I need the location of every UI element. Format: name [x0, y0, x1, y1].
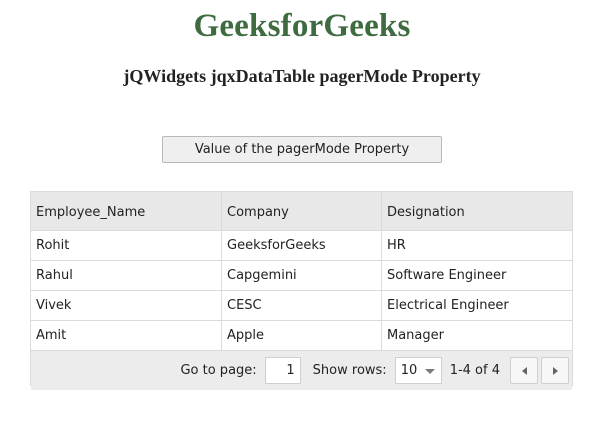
table-cell: Capgemini — [222, 261, 382, 290]
chevron-down-icon — [424, 369, 435, 374]
table-cell: Software Engineer — [387, 268, 507, 283]
page-range-text: 1-4 of 4 — [449, 363, 500, 378]
page-subtitle: jQWidgets jqxDataTable pagerMode Propert… — [123, 66, 481, 86]
goto-page-input[interactable] — [264, 357, 301, 384]
pager-mode-value-button[interactable]: Value of the pagerMode Property — [162, 136, 442, 163]
show-rows-select[interactable]: 10 — [394, 357, 442, 384]
table-cell: Amit — [31, 321, 222, 350]
table-cell: Rahul — [31, 261, 222, 290]
page-title: GeeksforGeeks — [193, 8, 411, 44]
table-cell: Manager — [387, 328, 444, 343]
data-table: Employee_Name Company Designation Rohit … — [30, 191, 573, 390]
show-rows-value: 10 — [400, 363, 418, 378]
table-row[interactable]: Rahul Capgemini Software Engineer — [31, 261, 572, 291]
table-header-row: Employee_Name Company Designation — [31, 192, 572, 231]
next-page-button[interactable] — [541, 357, 569, 384]
column-header-designation[interactable]: Designation — [382, 192, 572, 230]
show-rows-label: Show rows: — [312, 363, 387, 378]
chevron-left-icon — [521, 366, 527, 375]
table-cell: HR — [387, 238, 406, 253]
table-cell: Apple — [222, 321, 382, 350]
table-cell: Vivek — [31, 291, 222, 320]
chevron-right-icon — [552, 366, 558, 375]
table-row[interactable]: Rohit GeeksforGeeks HR — [31, 231, 572, 261]
table-row[interactable]: Amit Apple Manager — [31, 321, 572, 351]
table-pager: Go to page: Show rows: 10 1-4 of 4 — [31, 351, 572, 390]
table-row[interactable]: Vivek CESC Electrical Engineer — [31, 291, 572, 321]
column-header-company[interactable]: Company — [222, 192, 382, 230]
goto-page-label: Go to page: — [180, 363, 257, 378]
table-cell: Rohit — [31, 231, 222, 260]
previous-page-button[interactable] — [510, 357, 538, 384]
column-header-employee-name[interactable]: Employee_Name — [31, 192, 222, 230]
table-cell: GeeksforGeeks — [222, 231, 382, 260]
table-cell: CESC — [222, 291, 382, 320]
table-cell: Electrical Engineer — [387, 298, 509, 313]
